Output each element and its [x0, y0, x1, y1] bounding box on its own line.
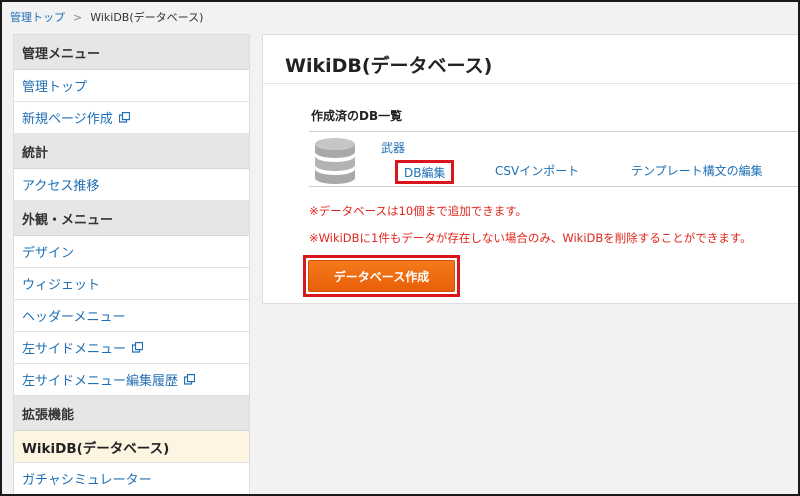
sidebar-item-label: デザイン — [22, 246, 75, 261]
db-list-item: 武器 DB編集 CSVインポート テンプレート構文の編集 — [309, 131, 800, 187]
sidebar-item-left-menu-history[interactable]: 左サイドメニュー編集履歴 — [14, 364, 249, 396]
db-list-heading: 作成済のDB一覧 — [311, 109, 403, 123]
sidebar-item-gacha-simulator[interactable]: ガチャシミュレーター — [14, 463, 249, 495]
sidebar-item-wikidb[interactable]: WikiDB(データベース) — [14, 431, 249, 463]
sidebar-section-stats: 統計 — [14, 134, 249, 169]
template-edit-link[interactable]: テンプレート構文の編集 — [631, 162, 763, 179]
csv-import-link[interactable]: CSVインポート — [495, 162, 579, 179]
database-icon — [315, 138, 355, 184]
main-panel: WikiDB(データベース) 作成済のDB一覧 武器 DB編集 CSVインポート… — [262, 34, 800, 304]
sidebar-item-label: 左サイドメニュー — [22, 342, 127, 357]
create-button-highlight: データベース作成 — [303, 255, 460, 297]
breadcrumb-current: WikiDB(データベース) — [90, 11, 204, 24]
sidebar-item-label: 左サイドメニュー編集履歴 — [22, 374, 179, 389]
sidebar-item-label: ウィジェット — [22, 278, 101, 293]
sidebar-item-label: ヘッダーメニュー — [22, 310, 126, 325]
external-link-icon — [118, 112, 130, 123]
external-link-icon — [184, 374, 196, 385]
breadcrumb: 管理トップ > WikiDB(データベース) — [10, 8, 203, 26]
sidebar-item-new-page[interactable]: 新規ページ作成 — [14, 102, 249, 134]
sidebar-item-design[interactable]: デザイン — [14, 236, 249, 268]
page-title: WikiDB(データベース) — [285, 55, 493, 77]
sidebar-section-admin-menu: 管理メニュー — [14, 35, 249, 70]
external-link-icon — [132, 342, 144, 353]
sidebar-item-label: ガチャシミュレーター — [22, 473, 152, 488]
sidebar-item-label: 新規ページ作成 — [22, 112, 113, 127]
sidebar-item-label: アクセス推移 — [22, 179, 100, 194]
db-limit-note: ※データベースは10個まで追加できます。 — [309, 204, 528, 218]
sidebar-section-appearance: 外観・メニュー — [14, 201, 249, 236]
title-divider — [263, 83, 800, 84]
breadcrumb-separator: > — [73, 10, 83, 24]
breadcrumb-home-link[interactable]: 管理トップ — [10, 9, 65, 25]
sidebar-section-extensions: 拡張機能 — [14, 396, 249, 431]
sidebar-item-header-menu[interactable]: ヘッダーメニュー — [14, 300, 249, 332]
sidebar-item-left-menu[interactable]: 左サイドメニュー — [14, 332, 249, 364]
sidebar-item-label: WikiDB(データベース) — [22, 440, 170, 457]
db-edit-link[interactable]: DB編集 — [395, 160, 455, 184]
sidebar: 管理メニュー 管理トップ 新規ページ作成 統計 アクセス推移 外観・メニュー デ… — [13, 34, 250, 496]
sidebar-item-admin-top[interactable]: 管理トップ — [14, 70, 249, 102]
db-name-link[interactable]: 武器 — [381, 139, 405, 156]
sidebar-item-access-trend[interactable]: アクセス推移 — [14, 169, 249, 201]
db-delete-note: ※WikiDBに1件もデータが存在しない場合のみ、WikiDBを削除することがで… — [309, 231, 752, 245]
sidebar-item-widget[interactable]: ウィジェット — [14, 268, 249, 300]
sidebar-item-label: 管理トップ — [22, 80, 88, 95]
create-database-button[interactable]: データベース作成 — [308, 260, 455, 292]
